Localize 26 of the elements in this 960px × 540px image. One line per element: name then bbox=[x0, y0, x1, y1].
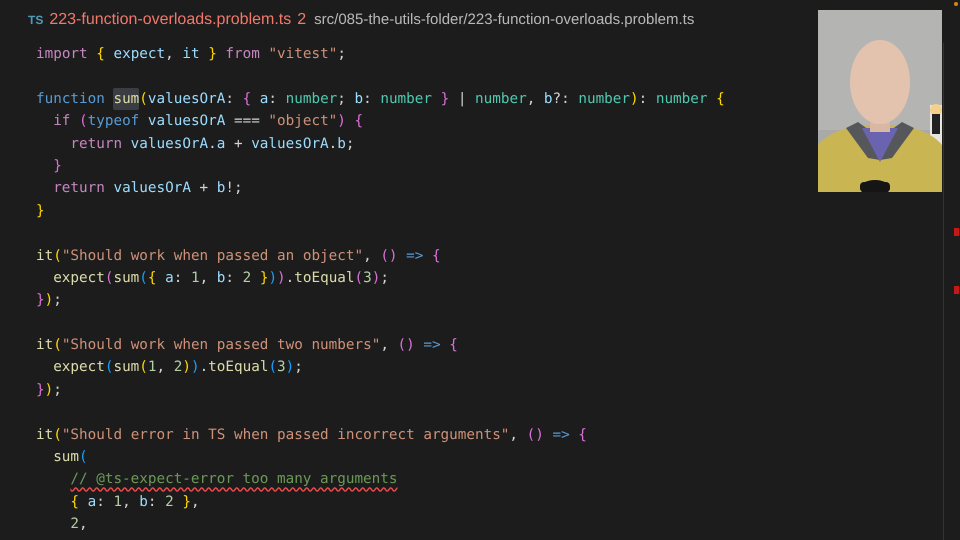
overview-ruler[interactable] bbox=[943, 43, 960, 540]
code-line: // @ts-expect-error too many arguments bbox=[70, 470, 398, 490]
code-line: function sum(valuesOrA: { a: number; b: number } | number, b?: number): number { bbox=[36, 88, 725, 110]
code-line: it("Should work when passed an object", () => { bbox=[36, 246, 441, 266]
error-marker bbox=[954, 286, 959, 294]
code-line: if (typeof valuesOrA === "object") { bbox=[53, 112, 364, 132]
typescript-file-icon: TS bbox=[28, 13, 44, 27]
code-line: sum( bbox=[53, 448, 88, 468]
problem-count: 2 bbox=[297, 11, 306, 29]
code-line: } bbox=[53, 156, 62, 176]
file-name[interactable]: 223-function-overloads.problem.ts bbox=[49, 11, 292, 29]
code-line: } bbox=[36, 202, 45, 221]
code-line: }); bbox=[36, 380, 62, 400]
code-line: it("Should work when passed two numbers", () => { bbox=[36, 336, 458, 356]
code-line: import { expect, it } from "vitest"; bbox=[36, 45, 346, 64]
error-marker bbox=[954, 228, 959, 236]
modified-indicator bbox=[954, 2, 958, 6]
code-line: expect(sum({ a: 1, b: 2 })).toEqual(3); bbox=[53, 268, 389, 288]
code-line: expect(sum(1, 2)).toEqual(3); bbox=[53, 358, 303, 378]
code-line: 2, bbox=[70, 515, 88, 534]
code-line: it("Should error in TS when passed incorrect arguments", () => { bbox=[36, 426, 587, 445]
code-line: return valuesOrA + b!; bbox=[53, 179, 243, 198]
code-line: return valuesOrA.a + valuesOrA.b; bbox=[70, 134, 354, 154]
code-line: }); bbox=[36, 291, 62, 310]
code-line: { a: 1, b: 2 }, bbox=[70, 492, 200, 512]
file-path[interactable]: src/085-the-utils-folder/223-function-overloads.problem.ts bbox=[314, 11, 694, 28]
